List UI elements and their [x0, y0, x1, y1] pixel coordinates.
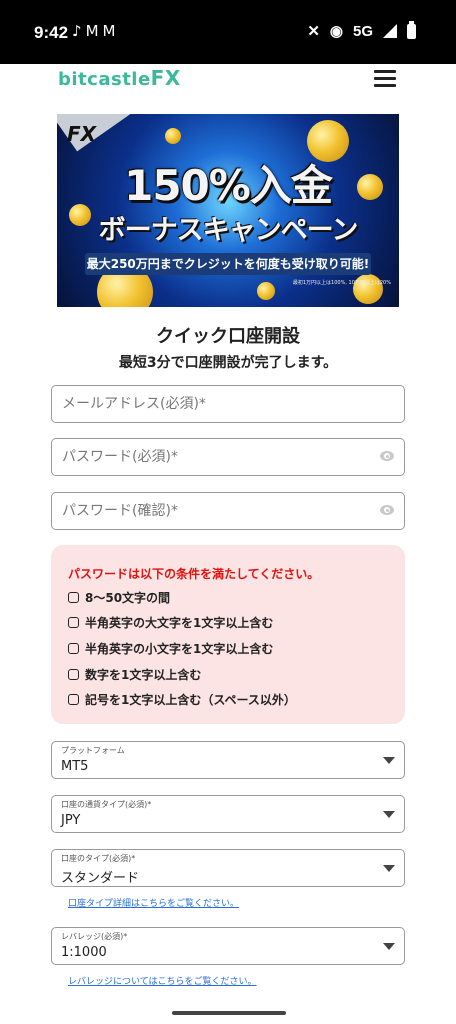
leverage-details-link[interactable]: レバレッジについてはこちらをご覧ください。	[68, 974, 257, 987]
dropdown-arrow-icon	[383, 865, 395, 872]
dropdown-arrow-icon	[383, 811, 395, 818]
leverage-label: レバレッジ(必須)*	[61, 932, 128, 941]
password-rule: 半角英字の小文字を1文字以上含む	[68, 640, 273, 657]
checkbox-icon	[68, 643, 79, 654]
eye-icon[interactable]	[380, 451, 394, 461]
email-input[interactable]	[52, 386, 404, 422]
battery-icon	[407, 20, 416, 39]
checkbox-icon	[68, 694, 79, 705]
account-type-select[interactable]: 口座のタイプ(必須)* スタンダード	[51, 849, 405, 887]
password-rules-box: パスワードは以下の条件を満たしてください。 8〜50文字の間 半角英字の大文字を…	[51, 545, 405, 724]
page-subtitle: 最短3分で口座開設が完了します。	[118, 355, 338, 371]
password-rule: 半角英字の大文字を1文字以上含む	[68, 614, 273, 631]
checkbox-icon	[68, 617, 79, 628]
banner-title-line2: ボーナスキャンペーン	[98, 215, 359, 246]
password-input[interactable]	[52, 439, 404, 475]
home-indicator[interactable]	[172, 1011, 286, 1015]
coin-icon	[257, 282, 275, 300]
password-rule-text: 記号を1文字以上含む（スペース以外）	[85, 693, 296, 707]
password-rule: 8〜50文字の間	[68, 589, 170, 606]
password-rules-title: パスワードは以下の条件を満たしてください。	[68, 567, 320, 581]
site-header: bitcastleFX	[0, 64, 456, 110]
gmail-icon: M	[102, 22, 120, 40]
password-field[interactable]	[51, 438, 405, 476]
currency-value: JPY	[61, 813, 81, 828]
password-rule: 数字を1文字以上含む	[68, 666, 201, 683]
hamburger-menu-icon[interactable]	[374, 70, 396, 88]
currency-select[interactable]: 口座の通貨タイプ(必須)* JPY	[51, 795, 405, 833]
mute-icon: ✕	[307, 23, 320, 40]
password-rule-text: 半角英字の大文字を1文字以上含む	[85, 616, 274, 630]
banner-tag: FX	[67, 122, 97, 146]
status-bar: 9:42 ♪MM ✕ ◉ 5G	[0, 0, 456, 64]
logo-text: bitcastle	[58, 69, 151, 90]
page-title: クイック口座開設	[156, 326, 300, 347]
dropdown-arrow-icon	[383, 757, 395, 764]
password-rule: 記号を1文字以上含む（スペース以外）	[68, 691, 296, 708]
platform-label: プラットフォーム	[61, 746, 125, 755]
email-field[interactable]	[51, 385, 405, 423]
hotspot-icon: ◉	[329, 23, 343, 40]
account-type-label: 口座のタイプ(必須)*	[61, 854, 136, 863]
account-type-details-link[interactable]: 口座タイプ詳細はこちらをご覧ください。	[68, 896, 239, 909]
status-right: ✕ ◉ 5G	[307, 20, 416, 40]
notification-icons: ♪MM	[72, 22, 119, 40]
logo[interactable]: bitcastleFX	[58, 66, 181, 90]
campaign-banner[interactable]: FX 150%入金 ボーナスキャンペーン 最大250万円までクレジットを何度も受…	[57, 114, 399, 307]
platform-select[interactable]: プラットフォーム MT5	[51, 741, 405, 779]
password-rule-text: 8〜50文字の間	[85, 591, 171, 605]
account-type-value: スタンダード	[61, 871, 140, 886]
password-confirm-input[interactable]	[52, 493, 404, 529]
leverage-select[interactable]: レバレッジ(必須)* 1:1000	[51, 927, 405, 965]
coin-icon	[165, 128, 181, 144]
banner-footnote: 最初1万円以上は100%, 10万円以上は20%	[292, 280, 391, 286]
checkbox-icon	[68, 669, 79, 680]
password-rule-text: 半角英字の小文字を1文字以上含む	[85, 642, 274, 656]
network-label: 5G	[352, 22, 373, 40]
banner-subtitle: 最大250万円までクレジットを何度も受け取り可能!	[85, 253, 371, 275]
platform-value: MT5	[61, 759, 89, 774]
checkbox-icon	[68, 592, 79, 603]
leverage-value: 1:1000	[61, 945, 107, 960]
password-rule-text: 数字を1文字以上含む	[85, 668, 202, 682]
gmail-icon: M	[85, 22, 103, 40]
password-confirm-field[interactable]	[51, 492, 405, 530]
dropdown-arrow-icon	[383, 943, 395, 950]
logo-fx: FX	[150, 66, 181, 90]
eye-icon[interactable]	[380, 505, 394, 515]
signal-icon	[383, 24, 397, 38]
tiktok-icon: ♪	[72, 22, 86, 40]
banner-title-line1: 150%入金	[124, 161, 333, 210]
status-time: 9:42	[34, 23, 69, 42]
currency-label: 口座の通貨タイプ(必須)*	[61, 800, 152, 809]
